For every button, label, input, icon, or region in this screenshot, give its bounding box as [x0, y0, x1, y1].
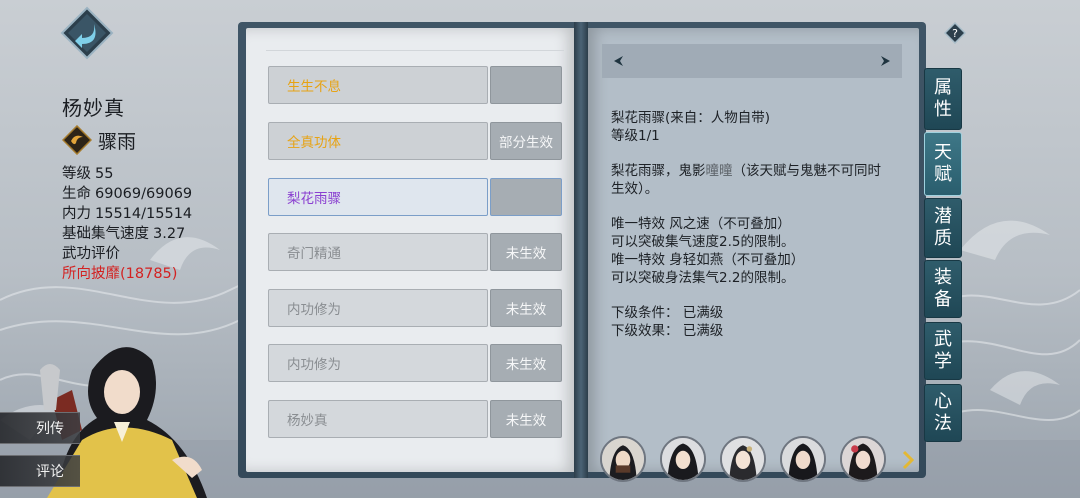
talent-row[interactable]: 生生不息: [268, 66, 562, 104]
detail-effect-line: 唯一特效 风之速（不可叠加）: [611, 216, 791, 232]
school-icon: [62, 125, 92, 155]
talent-status: [490, 66, 562, 104]
stat-hp-value: 69069/69069: [95, 186, 193, 202]
talent-status: 未生效: [490, 400, 562, 438]
tab-char: 装: [934, 267, 952, 288]
talent-status: 部分生效: [490, 122, 562, 160]
next-level-condition: 下级条件： 已满级: [611, 305, 724, 321]
stat-mp-value: 15514/15514: [95, 206, 193, 222]
stat-rating-value: 所向披靡(18785): [62, 266, 178, 282]
tab-char: 备: [934, 289, 952, 310]
tab-char: 天: [934, 142, 952, 163]
stat-hp-label: 生命: [62, 186, 91, 202]
next-level-effect: 下级效果： 已满级: [611, 323, 724, 339]
tab-char: 潜: [934, 206, 952, 227]
talent-row[interactable]: 杨妙真 未生效: [268, 400, 562, 438]
talent-name: 生生不息: [268, 66, 488, 104]
stat-qi-speed-label: 基础集气速度: [62, 226, 149, 242]
talent-row[interactable]: 内功修为 未生效: [268, 289, 562, 327]
help-symbol: ?: [952, 27, 958, 40]
character-name: 杨妙真: [62, 96, 125, 120]
stat-level: 等级 55: [62, 162, 117, 183]
tab-potential[interactable]: 潜质: [924, 198, 962, 258]
stat-mp-label: 内力: [62, 206, 91, 222]
talent-name: 杨妙真: [268, 400, 488, 438]
tab-char: 法: [934, 413, 952, 434]
talent-status: 未生效: [490, 233, 562, 271]
party-avatar[interactable]: [660, 436, 706, 482]
school-name: 骤雨: [98, 130, 137, 153]
tab-char: 性: [934, 99, 952, 120]
talent-row[interactable]: 内功修为 未生效: [268, 344, 562, 382]
stat-level-label: 等级: [62, 166, 91, 182]
detail-level: 等级1/1: [611, 128, 660, 144]
comment-tab[interactable]: 评论: [0, 455, 80, 487]
talent-name: 全真功体: [268, 122, 488, 160]
help-icon[interactable]: ?: [944, 22, 966, 44]
talent-status: 未生效: [490, 344, 562, 382]
detail-effect-line: 唯一特效 身轻如燕（不可叠加）: [611, 252, 805, 268]
tab-char: 赋: [934, 164, 952, 185]
party-avatar[interactable]: [780, 436, 826, 482]
stat-hp: 生命 69069/69069: [62, 182, 196, 203]
school-row: 骤雨: [62, 124, 136, 156]
detail-effect-line: 可以突破身法集气2.2的限制。: [611, 270, 795, 286]
arrow-left-icon[interactable]: [612, 55, 624, 67]
party-avatar[interactable]: [600, 436, 646, 482]
stat-qi-speed: 基础集气速度 3.27: [62, 222, 189, 243]
talent-row-selected[interactable]: 梨花雨骤: [268, 178, 562, 216]
biography-tab[interactable]: 列传: [0, 412, 80, 444]
next-chevron-icon[interactable]: [900, 450, 916, 470]
detail-header: [602, 44, 902, 78]
party-avatar[interactable]: [720, 436, 766, 482]
talent-name: 内功修为: [268, 344, 488, 382]
tab-attributes[interactable]: 属性: [924, 68, 962, 130]
detail-desc-part: （该天赋与鬼魅不可同时: [732, 163, 882, 179]
tab-char: 质: [934, 228, 952, 249]
talent-status: 未生效: [490, 289, 562, 327]
detail-desc-line: 梨花雨骤，鬼影曈曈（该天赋与鬼魅不可同时: [611, 159, 881, 179]
talent-name: 梨花雨骤: [268, 178, 488, 216]
back-arrow-icon[interactable]: [60, 6, 114, 60]
tab-char: 心: [934, 391, 952, 412]
detail-effect-line: 可以突破集气速度2.5的限制。: [611, 234, 795, 250]
tab-char: 属: [934, 77, 952, 98]
tab-martial-arts[interactable]: 武学: [924, 322, 962, 380]
talent-name: 奇门精通: [268, 233, 488, 271]
talent-row[interactable]: 全真功体 部分生效: [268, 122, 562, 160]
detail-desc-line: 生效）。: [611, 181, 659, 197]
book-spine: [574, 22, 588, 478]
stat-qi-speed-value: 3.27: [153, 226, 186, 242]
talent-name: 内功修为: [268, 289, 488, 327]
page-divider: [266, 50, 564, 51]
talent-row[interactable]: 奇门精通 未生效: [268, 233, 562, 271]
tab-char: 学: [934, 351, 952, 372]
detail-desc-part: 曈曈: [705, 163, 733, 179]
stat-mp: 内力 15514/15514: [62, 202, 196, 223]
party-avatar[interactable]: [840, 436, 886, 482]
arrow-right-icon[interactable]: [880, 55, 892, 67]
tab-mind-method[interactable]: 心法: [924, 384, 962, 442]
talent-status: [490, 178, 562, 216]
tab-equipment[interactable]: 装备: [924, 260, 962, 318]
stat-rating-label: 武功评价: [62, 246, 120, 262]
talent-screen: 杨妙真 骤雨 等级 55 生命 69069/69069 内力 15514/15514 …: [0, 0, 1080, 498]
detail-title: 梨花雨骤(来自：人物自带): [611, 110, 771, 126]
tab-talents[interactable]: 天赋: [924, 132, 962, 196]
stat-level-value: 55: [95, 166, 114, 182]
tab-char: 武: [934, 329, 952, 350]
